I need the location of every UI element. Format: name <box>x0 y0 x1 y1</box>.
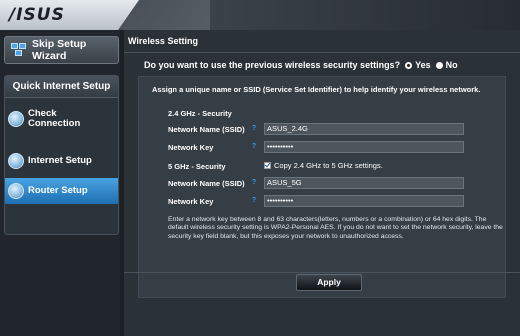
apply-button[interactable]: Apply <box>296 274 362 291</box>
band-24-key-label: Network Key <box>168 143 214 152</box>
step-circle-icon <box>8 153 24 169</box>
yes-label: Yes <box>415 60 431 70</box>
header-stripe-right <box>210 0 520 30</box>
band-24-title: 2.4 GHz - Security <box>168 109 232 118</box>
assign-instructions: Assign a unique name or SSID (Service Se… <box>152 85 481 94</box>
no-label: No <box>445 60 458 70</box>
no-radio[interactable] <box>435 61 443 69</box>
step-internet-setup[interactable]: Internet Setup <box>5 148 118 174</box>
network-key-note: Enter a network key between 8 and 63 cha… <box>168 216 503 240</box>
quick-internet-setup-title: Quick Internet Setup <box>5 76 118 98</box>
step-circle-icon <box>8 183 24 199</box>
band-24-ssid-label: Network Name (SSID) <box>168 125 245 134</box>
step-router-setup[interactable]: Router Setup <box>5 178 118 204</box>
previous-settings-question: Do you want to use the previous wireless… <box>144 60 458 70</box>
skip-setup-wizard-button[interactable]: Skip Setup Wizard <box>4 36 119 64</box>
sidebar: Skip Setup Wizard Quick Internet Setup C… <box>0 30 120 336</box>
header-bar: /ISUS <box>0 0 520 30</box>
copy-settings-checkbox[interactable] <box>264 162 271 169</box>
help-icon[interactable]: ? <box>250 197 258 205</box>
band-5-ssid-label: Network Name (SSID) <box>168 179 245 188</box>
band-24-key-input[interactable]: •••••••••• <box>264 141 464 153</box>
yes-radio[interactable] <box>405 61 413 69</box>
apply-divider <box>124 272 520 273</box>
step-circle-icon <box>8 111 24 127</box>
skip-setup-wizard-label: Skip Setup Wizard <box>32 38 87 62</box>
help-icon[interactable]: ? <box>250 125 258 133</box>
question-text: Do you want to use the previous wireless… <box>144 60 401 70</box>
band-5-key-label: Network Key <box>168 197 214 206</box>
help-icon[interactable]: ? <box>250 179 258 187</box>
help-icon[interactable]: ? <box>250 143 258 151</box>
step-check-connection[interactable]: Check Connection <box>5 106 118 132</box>
band-5-title: 5 GHz - Security <box>168 162 226 171</box>
asus-logo: /ISUS <box>9 5 65 25</box>
band-5-key-input[interactable]: •••••••••• <box>264 195 464 207</box>
band-24-ssid-input[interactable]: ASUS_2.4G <box>264 123 464 135</box>
network-wizard-icon <box>11 43 26 57</box>
copy-settings-label: Copy 2.4 GHz to 5 GHz settings. <box>274 161 383 170</box>
copy-settings-row: Copy 2.4 GHz to 5 GHz settings. <box>264 161 383 170</box>
quick-internet-setup-panel: Quick Internet Setup Check Connection In… <box>4 75 119 235</box>
step-label: Internet Setup <box>28 155 92 166</box>
title-divider <box>124 52 520 53</box>
band-5-ssid-input[interactable]: ASUS_5G <box>264 177 464 189</box>
step-label: Router Setup <box>28 185 88 196</box>
main-panel: Wireless Setting Do you want to use the … <box>124 30 520 336</box>
step-label: Check Connection <box>28 108 81 129</box>
